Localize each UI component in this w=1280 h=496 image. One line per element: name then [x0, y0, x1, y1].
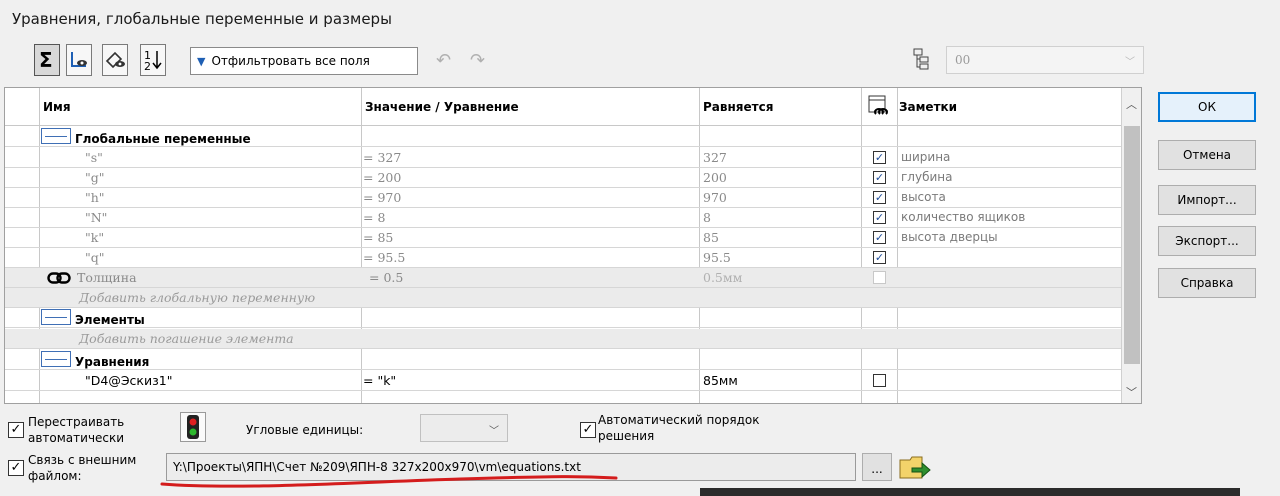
chevron-down-icon[interactable]: ﹀ — [1126, 384, 1137, 400]
header-value: Значение / Уравнение — [365, 100, 519, 114]
config-tree-icon — [912, 47, 932, 74]
active-checkbox[interactable]: ✓ — [873, 151, 886, 164]
edit-dims-icon[interactable] — [102, 44, 128, 76]
table-row[interactable]: "g" = 200 200 ✓ глубина — [5, 168, 1121, 188]
active-checkbox[interactable]: ✓ — [873, 231, 886, 244]
taskbar-strip — [700, 488, 1240, 496]
section-features: Элементы — [75, 313, 145, 327]
svg-text:2: 2 — [144, 60, 151, 72]
section-equations: Уравнения — [75, 355, 150, 369]
table-row[interactable]: "h" = 970 970 ✓ высота — [5, 188, 1121, 208]
active-checkbox[interactable] — [873, 374, 886, 387]
sigma-icon[interactable]: Σ — [34, 44, 60, 76]
section-features-row: Элементы — [5, 308, 1121, 328]
table-row[interactable]: "q" = 95.5 95.5 ✓ — [5, 248, 1121, 268]
scrollbar-thumb[interactable] — [1124, 126, 1140, 364]
active-checkbox — [873, 271, 886, 284]
header-name: Имя — [43, 100, 71, 114]
link-notes-icon — [867, 94, 891, 123]
table-row[interactable]: "k" = 85 85 ✓ высота дверцы — [5, 228, 1121, 248]
link-file-checkbox[interactable]: ✓ — [8, 460, 24, 476]
collapse-icon[interactable] — [41, 128, 71, 144]
angle-units-label: Угловые единицы: — [246, 423, 364, 437]
filter-text: Отфильтровать все поля — [211, 54, 370, 68]
vertical-scrollbar[interactable]: ︿ ﹀ — [1121, 88, 1141, 403]
sort-order-icon[interactable]: 12 — [140, 44, 166, 76]
configuration-combo[interactable]: 00 ﹀ — [946, 46, 1144, 74]
ok-button[interactable]: ОК — [1158, 92, 1256, 122]
chevron-up-icon[interactable]: ︿ — [1126, 96, 1137, 112]
browse-button[interactable]: ... — [862, 453, 892, 481]
import-button[interactable]: Импорт... — [1158, 185, 1256, 215]
section-globals-row: Глобальные переменные — [5, 127, 1121, 147]
active-checkbox[interactable]: ✓ — [873, 211, 886, 224]
auto-order-checkbox[interactable]: ✓ — [580, 422, 596, 438]
section-equations-row: Уравнения — [5, 350, 1121, 370]
collapse-icon[interactable] — [41, 309, 71, 325]
configuration-value: 00 — [955, 53, 971, 67]
chevron-down-icon: ﹀ — [1125, 57, 1135, 68]
rebuild-auto-checkbox[interactable]: ✓ — [8, 422, 24, 438]
section-globals: Глобальные переменные — [75, 132, 251, 146]
table-row[interactable]: "D4@Эскиз1" = "k" 85мм — [5, 371, 1121, 391]
angle-units-combo[interactable]: ﹀ — [420, 414, 508, 442]
header-result: Равняется — [703, 100, 774, 114]
rebuild-auto-label: Перестраивать автоматически — [28, 415, 125, 445]
dialog-title: Уравнения, глобальные переменные и разме… — [12, 10, 392, 28]
traffic-light-icon[interactable] — [180, 412, 206, 442]
table-row-linked[interactable]: Толщина = 0.5 0.5мм — [5, 268, 1121, 288]
undo-icon[interactable]: ↶ — [436, 50, 451, 71]
header-notes: Заметки — [899, 100, 958, 114]
svg-text:Σ: Σ — [39, 49, 53, 71]
auto-order-label: Автоматический порядок решения — [598, 413, 760, 443]
table-row[interactable]: "N" = 8 8 ✓ количество ящиков — [5, 208, 1121, 228]
help-button[interactable]: Справка — [1158, 268, 1256, 298]
link-icon — [47, 271, 71, 288]
collapse-icon[interactable] — [41, 351, 71, 367]
add-suppression-row[interactable]: Добавить погашение элемента — [5, 329, 1121, 349]
cancel-button[interactable]: Отмена — [1158, 140, 1256, 170]
filter-icon: ▼ — [197, 54, 206, 68]
sketch-view-icon[interactable] — [66, 44, 92, 76]
export-button[interactable]: Экспорт... — [1158, 226, 1256, 256]
add-global-row[interactable]: Добавить глобальную переменную — [5, 288, 1121, 308]
link-file-label: Связь с внешним файлом: — [28, 453, 137, 483]
active-checkbox[interactable]: ✓ — [873, 191, 886, 204]
table-row[interactable]: "s" = 327 327 ✓ ширина — [5, 148, 1121, 168]
table-header: Имя Значение / Уравнение Равняется Замет… — [5, 88, 1121, 126]
active-checkbox[interactable]: ✓ — [873, 171, 886, 184]
chevron-down-icon: ﹀ — [489, 426, 499, 437]
active-checkbox[interactable]: ✓ — [873, 251, 886, 264]
red-underline-annotation — [160, 475, 618, 488]
filter-input[interactable]: ▼ Отфильтровать все поля — [190, 47, 418, 75]
redo-icon[interactable]: ↷ — [470, 50, 485, 71]
equations-table: Имя Значение / Уравнение Равняется Замет… — [4, 87, 1142, 404]
open-file-icon[interactable] — [898, 452, 932, 485]
